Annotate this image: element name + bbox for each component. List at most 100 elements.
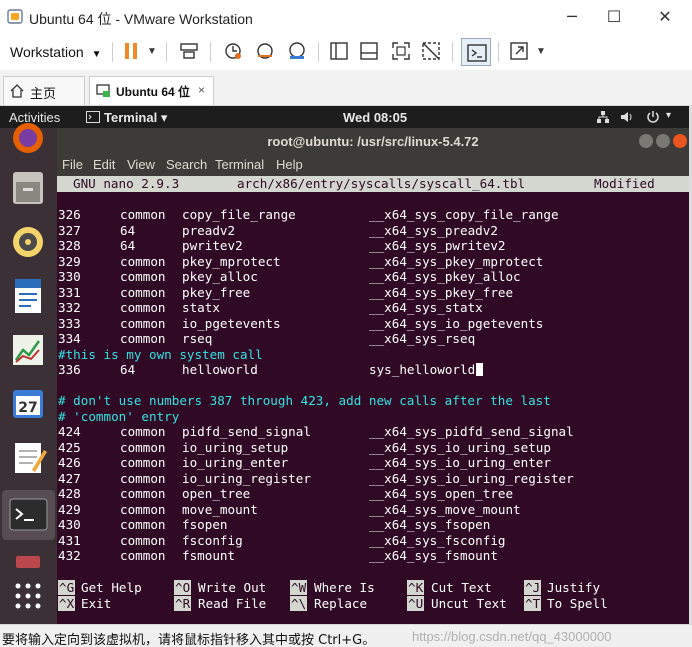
table-row[interactable]: 332 common statx __x64_sys_statx — [57, 300, 483, 316]
syscall-number: 333 — [58, 315, 81, 331]
minimize-button[interactable]: ─ — [560, 6, 584, 28]
nano-header: GNU nano 2.9.3 arch/x86/entry/syscalls/s… — [57, 176, 689, 192]
workstation-menu[interactable]: Workstation ▼ — [10, 44, 101, 60]
calendar-icon[interactable]: 27 — [6, 382, 50, 426]
syscall-entry: __x64_sys_fsopen — [369, 517, 491, 532]
table-row[interactable]: 424 common pidfd_send_signal __x64_sys_p… — [57, 424, 574, 440]
console-view-button[interactable] — [461, 38, 491, 66]
send-ctrl-alt-del-icon[interactable] — [178, 40, 200, 62]
terminal-maximize-button[interactable] — [656, 134, 670, 148]
syscall-entry: __x64_sys_copy_file_range — [369, 207, 559, 222]
table-row[interactable]: 333 common io_pgetevents __x64_sys_io_pg… — [57, 315, 543, 332]
table-row[interactable]: 331 common pkey_free __x64_sys_pkey_free — [57, 285, 513, 301]
shortcut-uncut-text[interactable]: Uncut Text — [431, 596, 507, 611]
shortcut-exit[interactable]: Exit — [81, 596, 111, 611]
menu-view[interactable]: View — [127, 157, 155, 172]
tab-home[interactable]: 主页 — [3, 76, 85, 105]
close-window-button[interactable]: ✕ — [653, 6, 677, 28]
syscall-entry: __x64_sys_statx — [369, 300, 483, 315]
table-row[interactable]: 328 64 pwritev2 __x64_sys_pwritev2 — [57, 238, 505, 254]
shortcut-cut-text[interactable]: Cut Text — [431, 580, 492, 595]
menu-search[interactable]: Search — [166, 157, 207, 172]
chevron-down-icon[interactable]: ▾ — [666, 110, 671, 121]
code-comment[interactable]: #this is my own system call — [57, 347, 263, 363]
calc-icon[interactable] — [6, 328, 50, 372]
maximize-button[interactable]: ☐ — [602, 6, 626, 28]
table-row[interactable]: 329 common pkey_mprotect __x64_sys_pkey_… — [57, 254, 543, 270]
terminal-close-button[interactable] — [673, 134, 687, 148]
library-icon[interactable] — [328, 40, 350, 62]
stretch-icon[interactable] — [508, 40, 530, 62]
clock[interactable]: Wed 08:05 — [343, 110, 407, 125]
syscall-name: io_uring_register — [182, 470, 311, 486]
shortcut-get-help[interactable]: Get Help — [81, 580, 142, 595]
vmware-title-bar: Ubuntu 64 位 - VMware Workstation ─ ☐ ✕ — [0, 0, 692, 34]
syscall-name: statx — [182, 300, 220, 315]
tab-ubuntu-64[interactable]: Ubuntu 64 位 × — [89, 76, 214, 105]
table-row[interactable]: 427 common io_uring_register __x64_sys_i… — [57, 471, 574, 487]
shortcut-where-is[interactable]: Where Is — [314, 580, 375, 595]
table-row[interactable]: 426 common io_uring_enter __x64_sys_io_u… — [57, 455, 551, 471]
table-row[interactable]: 327 64 preadv2 __x64_sys_preadv2 — [57, 223, 498, 239]
files-icon[interactable] — [6, 166, 50, 210]
snapshot-icon[interactable] — [222, 40, 244, 62]
snapshot-manager-icon[interactable] — [286, 40, 308, 62]
menu-terminal[interactable]: Terminal — [215, 157, 264, 172]
revert-snapshot-icon[interactable] — [254, 40, 276, 62]
rhythmbox-icon[interactable] — [6, 220, 50, 264]
table-row[interactable]: 330 common pkey_alloc __x64_sys_pkey_all… — [57, 269, 521, 285]
text-editor-icon[interactable] — [6, 436, 50, 480]
chevron-down-icon: ▼ — [91, 49, 102, 60]
code-comment[interactable]: # 'common' entry — [57, 409, 179, 425]
chevron-down-icon[interactable]: ▼ — [536, 46, 546, 57]
table-row[interactable]: 336 64 helloworld sys_helloworld — [57, 362, 484, 378]
syscall-entry: __x64_sys_pkey_mprotect — [369, 253, 544, 269]
shortcut-key: ^W — [290, 580, 308, 595]
table-row[interactable]: 430 common fsopen __x64_sys_fsopen — [57, 517, 490, 533]
table-row[interactable]: 431 common fsconfig __x64_sys_fsconfig — [57, 532, 505, 549]
syscall-abi: common — [120, 253, 166, 269]
syscall-name: pwritev2 — [182, 238, 243, 253]
power-icon[interactable] — [646, 110, 660, 124]
code-comment[interactable]: # don't use numbers 387 through 423, add… — [57, 393, 551, 409]
firefox-icon[interactable] — [6, 116, 50, 160]
table-row[interactable]: 326 common copy_file_range __x64_sys_cop… — [57, 207, 559, 223]
status-bar: 要将输入定向到该虚拟机，请将鼠标指针移入其中或按 Ctrl+G。 https:/… — [0, 624, 692, 647]
syscall-number: 431 — [58, 532, 81, 548]
close-tab-icon[interactable]: × — [198, 83, 205, 97]
menu-file[interactable]: File — [62, 157, 83, 172]
shortcut-to-spell[interactable]: To Spell — [547, 596, 608, 611]
show-applications-icon[interactable] — [6, 574, 50, 618]
menu-edit[interactable]: Edit — [93, 157, 115, 172]
volume-icon[interactable] — [620, 110, 634, 124]
table-row[interactable]: 425 common io_uring_setup __x64_sys_io_u… — [57, 440, 551, 456]
shortcut-justify[interactable]: Justify — [547, 580, 600, 595]
shortcut-write-out[interactable]: Write Out — [198, 580, 266, 595]
table-row[interactable]: 432 common fsmount __x64_sys_fsmount — [57, 548, 498, 564]
shortcut-replace[interactable]: Replace — [314, 596, 367, 611]
terminal-window[interactable]: root@ubuntu: /usr/src/linux-5.4.72 File … — [57, 128, 689, 624]
terminal-icon[interactable] — [2, 490, 55, 540]
app-menu[interactable]: Terminal ▾ — [104, 110, 167, 126]
syscall-number: 432 — [58, 548, 81, 563]
table-row[interactable]: 428 common open_tree __x64_sys_open_tree — [57, 486, 513, 502]
pause-icon[interactable] — [120, 40, 142, 62]
thumbnail-icon[interactable] — [358, 40, 380, 62]
chevron-down-icon[interactable]: ▼ — [147, 46, 157, 57]
fullscreen-icon[interactable] — [390, 40, 412, 62]
writer-icon[interactable] — [6, 274, 50, 318]
syscall-entry: __x64_sys_pkey_alloc — [369, 269, 521, 284]
syscall-number: 426 — [58, 455, 81, 470]
table-row[interactable]: 429 common move_mount __x64_sys_move_mou… — [57, 502, 521, 518]
syscall-entry: __x64_sys_io_uring_enter — [369, 455, 551, 470]
shortcut-read-file[interactable]: Read File — [198, 596, 266, 611]
table-row[interactable]: 334 common rseq __x64_sys_rseq — [57, 331, 475, 347]
unity-icon[interactable] — [420, 40, 442, 62]
terminal-minimize-button[interactable] — [639, 134, 653, 148]
menu-help[interactable]: Help — [276, 157, 303, 172]
syscall-name: fsmount — [182, 548, 236, 563]
terminal-small-icon — [86, 111, 100, 123]
syscall-entry: sys_helloworld — [369, 362, 476, 377]
network-icon[interactable] — [596, 110, 610, 124]
syscall-entry: __x64_sys_io_uring_register — [369, 470, 574, 486]
